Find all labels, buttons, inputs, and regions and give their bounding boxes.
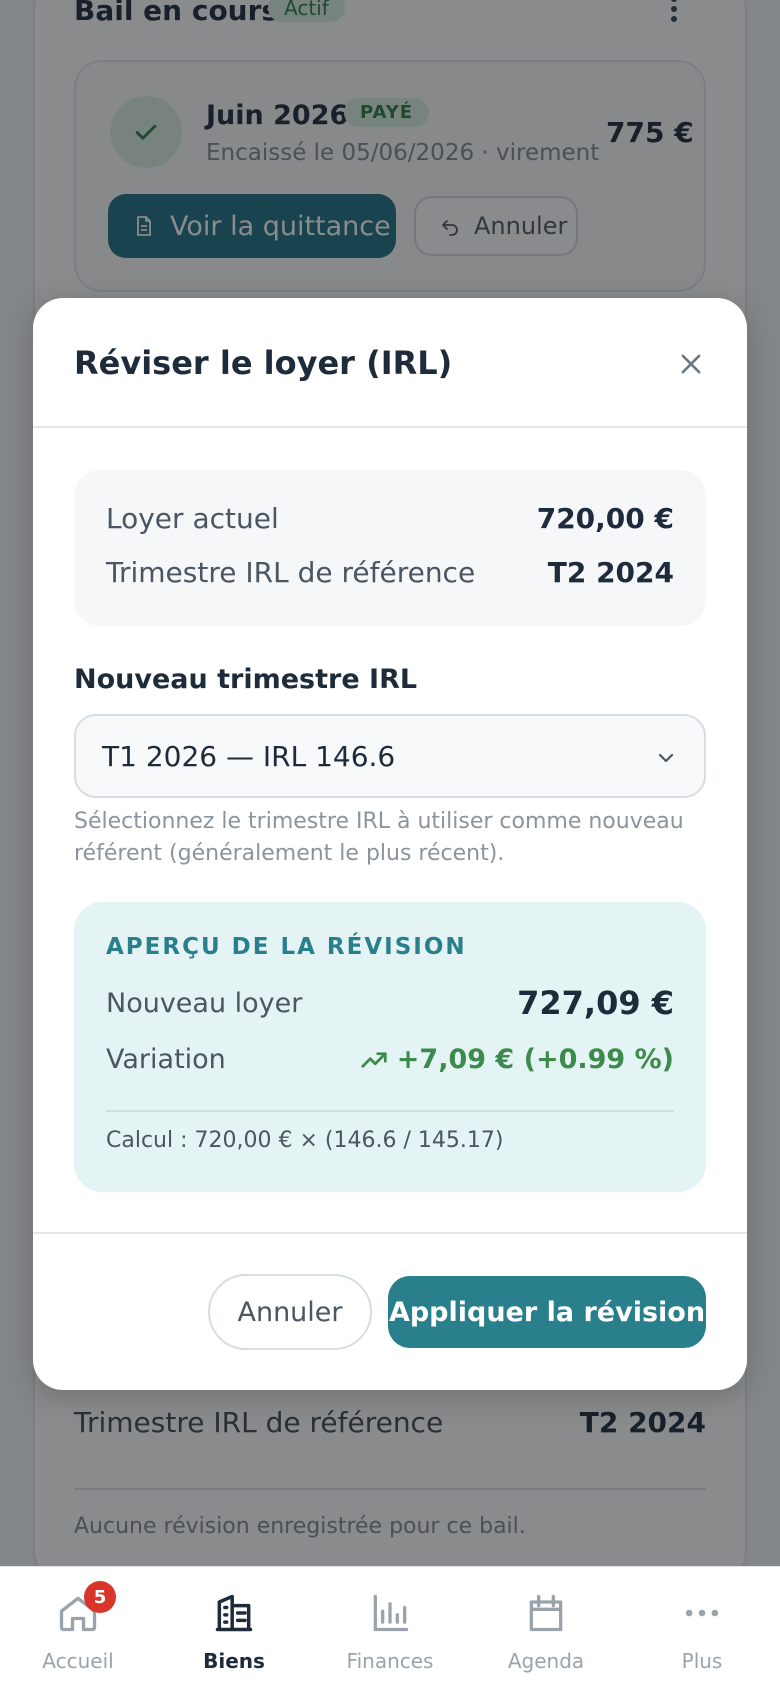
modal-header: Réviser le loyer (IRL) [33, 298, 747, 428]
current-rent-value: 720,00 € [536, 502, 674, 535]
footer-divider [33, 1232, 747, 1234]
buildings-icon [215, 1594, 253, 1632]
reference-quarter-row: Trimestre IRL de référence T2 2024 [106, 556, 674, 589]
new-quarter-label: Nouveau trimestre IRL [74, 664, 418, 695]
variation-value-group: +7,09 € (+0.99 %) [359, 1044, 674, 1075]
nav-item-finances[interactable]: Finances [312, 1567, 468, 1688]
preview-divider [106, 1110, 674, 1112]
apply-revision-button[interactable]: Appliquer la révision [388, 1276, 706, 1348]
cancel-button[interactable]: Annuler [208, 1274, 372, 1350]
reference-quarter-label: Trimestre IRL de référence [106, 556, 476, 589]
revise-rent-modal: Réviser le loyer (IRL) Loyer actuel 720,… [33, 298, 747, 1390]
variation-row: Variation +7,09 € (+0.99 %) [106, 1044, 674, 1075]
more-icon [685, 1609, 719, 1617]
nav-label-finances: Finances [346, 1649, 434, 1673]
chevron-down-icon [658, 753, 674, 763]
calculation-text: Calcul : 720,00 € × (146.6 / 145.17) [106, 1128, 504, 1153]
new-rent-value: 727,09 € [517, 984, 674, 1022]
current-rent-label: Loyer actuel [106, 502, 279, 535]
trending-up-icon [361, 1051, 387, 1068]
nav-label-agenda: Agenda [507, 1649, 585, 1673]
irl-quarter-select[interactable]: T1 2026 — IRL 146.6 [74, 714, 706, 798]
nav-item-agenda[interactable]: Agenda [468, 1567, 624, 1688]
irl-quarter-select-value: T1 2026 — IRL 146.6 [102, 740, 396, 773]
variation-label: Variation [106, 1044, 226, 1075]
reference-quarter-value: T2 2024 [547, 556, 674, 589]
close-icon[interactable] [673, 346, 709, 382]
modal-title: Réviser le loyer (IRL) [74, 344, 453, 382]
bottom-nav: 5 Accueil Biens Finances Agenda Plus [0, 1566, 780, 1688]
select-helper-text: Sélectionnez le trimestre IRL à utiliser… [74, 809, 684, 866]
new-rent-label: Nouveau loyer [106, 987, 303, 1019]
bar-chart-icon [373, 1594, 409, 1632]
notification-badge: 5 [84, 1581, 116, 1613]
variation-value: +7,09 € (+0.99 %) [396, 1044, 674, 1075]
nav-label-plus: Plus [681, 1649, 723, 1673]
nav-item-accueil[interactable]: 5 Accueil [0, 1567, 156, 1688]
current-rent-summary: Loyer actuel 720,00 € Trimestre IRL de r… [74, 470, 706, 626]
current-rent-row: Loyer actuel 720,00 € [106, 502, 674, 535]
nav-label-biens: Biens [203, 1649, 265, 1673]
nav-label-accueil: Accueil [42, 1649, 114, 1673]
nav-item-biens[interactable]: Biens [156, 1567, 312, 1688]
calendar-icon [529, 1594, 563, 1632]
nav-item-plus[interactable]: Plus [624, 1567, 780, 1688]
new-rent-row: Nouveau loyer 727,09 € [106, 984, 674, 1022]
revision-preview: APERÇU DE LA RÉVISION Nouveau loyer 727,… [74, 902, 706, 1192]
preview-title: APERÇU DE LA RÉVISION [106, 934, 467, 960]
